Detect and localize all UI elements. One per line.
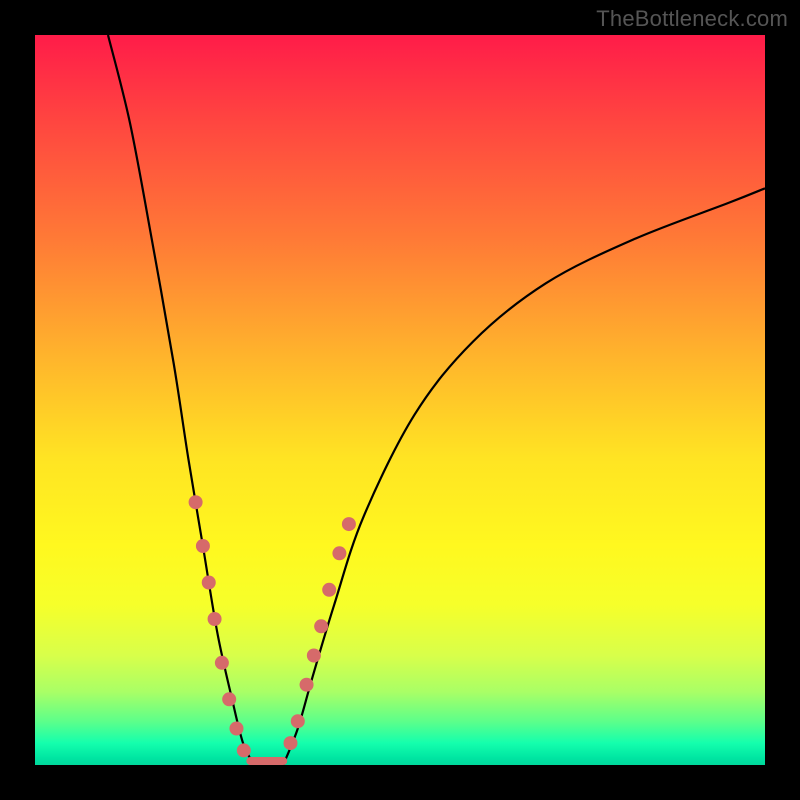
marker-dot [284, 736, 298, 750]
marker-dot [342, 517, 356, 531]
marker-dot [202, 576, 216, 590]
marker-dot [196, 539, 210, 553]
marker-dot [291, 714, 305, 728]
marker-dot [237, 743, 251, 757]
chart-svg [35, 35, 765, 765]
marker-dots [189, 495, 356, 757]
marker-dot [229, 722, 243, 736]
marker-dot [189, 495, 203, 509]
marker-dot [208, 612, 222, 626]
chart-frame: TheBottleneck.com [0, 0, 800, 800]
curve-left-branch [108, 35, 254, 765]
plot-area [35, 35, 765, 765]
marker-dot [332, 546, 346, 560]
marker-dot [322, 583, 336, 597]
marker-dot [314, 619, 328, 633]
marker-dot [300, 678, 314, 692]
marker-dot [222, 692, 236, 706]
marker-dot [215, 656, 229, 670]
curve-right-branch [283, 188, 765, 765]
marker-dot [307, 649, 321, 663]
watermark-text: TheBottleneck.com [596, 6, 788, 32]
